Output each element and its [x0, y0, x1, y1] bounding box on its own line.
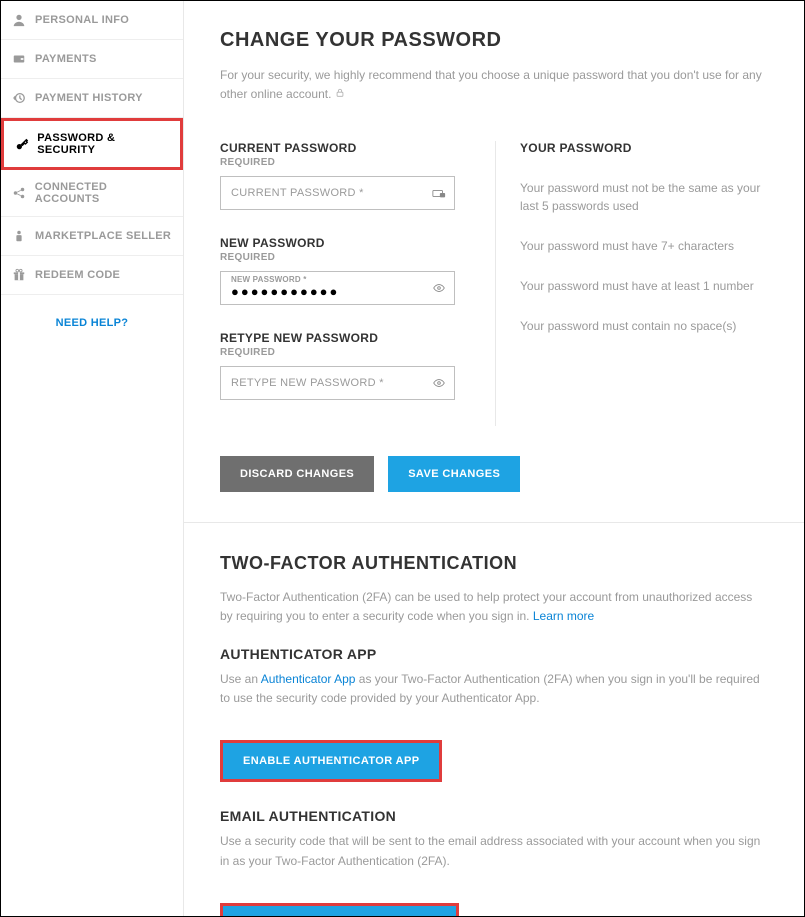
new-password-label: NEW PASSWORD [220, 236, 455, 250]
retype-password-wrap [220, 366, 455, 400]
sidebar-item-label: PAYMENT HISTORY [35, 92, 143, 104]
authenticator-app-link[interactable]: Authenticator App [261, 672, 356, 686]
wallet-icon [11, 51, 27, 67]
main-content: CHANGE YOUR PASSWORD For your security, … [184, 1, 804, 916]
password-rule: Your password must not be the same as yo… [520, 179, 768, 215]
twofa-desc: Two-Factor Authentication (2FA) can be u… [220, 588, 768, 626]
page-subtitle: For your security, we highly recommend t… [220, 66, 768, 105]
keyboard-icon[interactable] [432, 186, 446, 200]
need-help-link[interactable]: NEED HELP? [1, 295, 183, 351]
password-form: CURRENT PASSWORD REQUIRED NEW PASSWORD R… [220, 141, 768, 426]
discard-button[interactable]: DISCARD CHANGES [220, 456, 374, 492]
auth-app-desc: Use an Authenticator App as your Two-Fac… [220, 670, 768, 708]
retype-password-input[interactable] [231, 377, 424, 389]
person-icon [11, 12, 27, 28]
form-actions: DISCARD CHANGES SAVE CHANGES [220, 456, 768, 492]
eye-icon[interactable] [432, 376, 446, 390]
learn-more-link[interactable]: Learn more [533, 609, 594, 623]
sidebar-item-password-security[interactable]: PASSWORD & SECURITY [1, 118, 183, 170]
page-title: CHANGE YOUR PASSWORD [220, 29, 768, 52]
current-password-label: CURRENT PASSWORD [220, 141, 455, 155]
password-info: YOUR PASSWORD Your password must not be … [495, 141, 768, 426]
sidebar-item-payment-history[interactable]: PAYMENT HISTORY [1, 79, 183, 118]
new-password-input[interactable] [231, 284, 424, 299]
required-hint: REQUIRED [220, 157, 455, 168]
email-auth-desc: Use a security code that will be sent to… [220, 832, 768, 870]
seller-icon [11, 228, 27, 244]
new-password-group: NEW PASSWORD REQUIRED NEW PASSWORD * [220, 236, 455, 305]
sidebar-item-personal-info[interactable]: PERSONAL INFO [1, 1, 183, 40]
sidebar-item-label: PASSWORD & SECURITY [37, 132, 170, 156]
twofa-title: TWO-FACTOR AUTHENTICATION [220, 553, 768, 574]
gift-icon [11, 267, 27, 283]
sidebar-item-marketplace-seller[interactable]: MARKETPLACE SELLER [1, 217, 183, 256]
key-icon [14, 136, 29, 152]
sidebar-item-label: REDEEM CODE [35, 269, 120, 281]
save-button[interactable]: SAVE CHANGES [388, 456, 520, 492]
sidebar-item-label: MARKETPLACE SELLER [35, 230, 171, 242]
sidebar-item-label: PAYMENTS [35, 53, 97, 65]
current-password-wrap [220, 176, 455, 210]
enable-authenticator-app-button[interactable]: ENABLE AUTHENTICATOR APP [220, 740, 442, 782]
floating-label: NEW PASSWORD * [231, 275, 307, 284]
password-info-title: YOUR PASSWORD [520, 141, 768, 155]
history-icon [11, 90, 27, 106]
sidebar-item-redeem-code[interactable]: REDEEM CODE [1, 256, 183, 295]
eye-icon[interactable] [432, 281, 446, 295]
form-fields: CURRENT PASSWORD REQUIRED NEW PASSWORD R… [220, 141, 455, 426]
auth-app-title: AUTHENTICATOR APP [220, 646, 768, 662]
retype-password-label: RETYPE NEW PASSWORD [220, 331, 455, 345]
share-icon [11, 185, 27, 201]
current-password-group: CURRENT PASSWORD REQUIRED [220, 141, 455, 210]
sidebar-item-label: CONNECTED ACCOUNTS [35, 181, 173, 205]
lock-icon [335, 85, 345, 104]
current-password-input[interactable] [231, 187, 424, 199]
password-rule: Your password must contain no space(s) [520, 317, 768, 335]
enable-email-authentication-button[interactable]: ENABLE EMAIL AUTHENTICATION [220, 903, 459, 916]
password-rule: Your password must have 7+ characters [520, 237, 768, 255]
required-hint: REQUIRED [220, 347, 455, 358]
email-auth-title: EMAIL AUTHENTICATION [220, 808, 768, 824]
sidebar: PERSONAL INFO PAYMENTS PAYMENT HISTORY P… [1, 1, 184, 916]
required-hint: REQUIRED [220, 252, 455, 263]
sidebar-item-connected-accounts[interactable]: CONNECTED ACCOUNTS [1, 170, 183, 217]
divider [184, 522, 804, 523]
sidebar-item-payments[interactable]: PAYMENTS [1, 40, 183, 79]
retype-password-group: RETYPE NEW PASSWORD REQUIRED [220, 331, 455, 400]
password-rule: Your password must have at least 1 numbe… [520, 277, 768, 295]
sidebar-item-label: PERSONAL INFO [35, 14, 129, 26]
new-password-wrap: NEW PASSWORD * [220, 271, 455, 305]
